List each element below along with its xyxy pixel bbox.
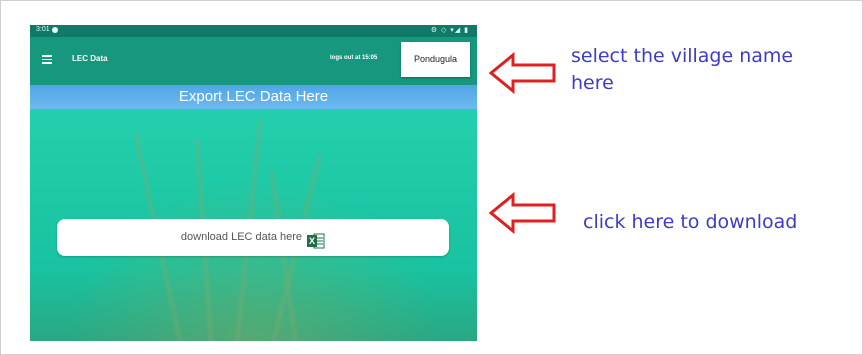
svg-text:X: X (309, 236, 315, 246)
village-select[interactable]: Pondugula (401, 42, 470, 77)
select-village-annotation: select the village name here (571, 45, 794, 94)
download-arrow-icon (488, 191, 556, 235)
export-banner: Export LEC Data Here (30, 85, 477, 109)
app-title: LEC Data (72, 54, 108, 63)
app-bar: LEC Data logs out at 15:05 Pondugula (30, 37, 477, 85)
notification-icon (52, 27, 58, 33)
content-background: download LEC data here X (30, 109, 477, 341)
excel-icon: X (307, 228, 325, 249)
download-label: download LEC data here (180, 231, 303, 243)
download-annotation: click here to download (583, 211, 798, 233)
app-screen: 3:01 ⚙ ◇ ▾◢ ▮ LEC Data logs out at 15:05… (30, 25, 477, 341)
status-icons: ⚙ ◇ ▾◢ ▮ (430, 27, 469, 34)
select-arrow-icon (488, 51, 556, 95)
status-time: 3:01 (36, 26, 50, 33)
menu-icon[interactable] (42, 55, 52, 64)
logout-time-text: logs out at 15:05 (330, 55, 378, 61)
screenshot-frame: 3:01 ⚙ ◇ ▾◢ ▮ LEC Data logs out at 15:05… (0, 0, 863, 355)
status-bar: 3:01 ⚙ ◇ ▾◢ ▮ (30, 25, 477, 37)
download-button[interactable]: download LEC data here X (57, 219, 449, 256)
